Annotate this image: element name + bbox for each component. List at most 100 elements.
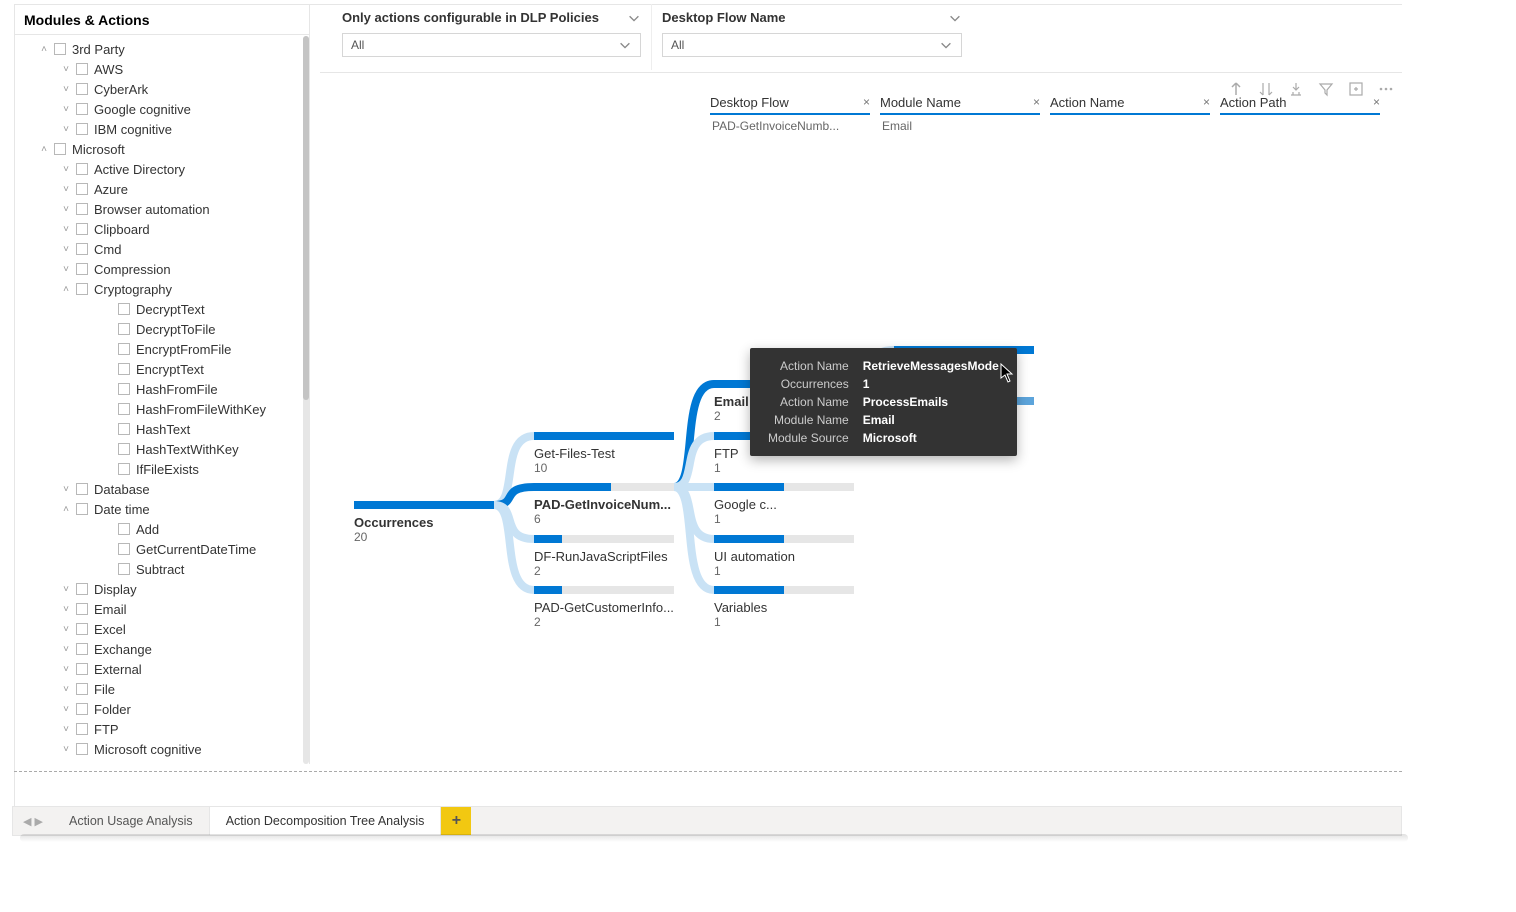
checkbox[interactable]	[76, 263, 88, 275]
checkbox[interactable]	[76, 663, 88, 675]
checkbox[interactable]	[118, 343, 130, 355]
checkbox[interactable]	[54, 143, 66, 155]
tree-item[interactable]: IfFileExists	[14, 459, 309, 479]
sidebar-scrollbar[interactable]	[303, 36, 309, 764]
checkbox[interactable]	[118, 383, 130, 395]
decomp-node[interactable]: Google c...1	[714, 483, 864, 526]
chevron-down-icon[interactable]: ˅	[58, 124, 74, 135]
checkbox[interactable]	[118, 463, 130, 475]
add-page-button[interactable]: +	[441, 807, 471, 835]
tree-item[interactable]: ˅CyberArk	[14, 79, 309, 99]
tree-item[interactable]: Add	[14, 519, 309, 539]
tree-item[interactable]: HashTextWithKey	[14, 439, 309, 459]
tree-item[interactable]: ˅Display	[14, 579, 309, 599]
tree-item[interactable]: ˅Excel	[14, 619, 309, 639]
tree-item[interactable]: ˅Active Directory	[14, 159, 309, 179]
chevron-down-icon[interactable]: ˅	[58, 624, 74, 635]
tree-item[interactable]: Subtract	[14, 559, 309, 579]
resize-handle[interactable]	[14, 771, 1402, 772]
decomp-node[interactable]: Variables1	[714, 586, 864, 629]
tree-item[interactable]: EncryptText	[14, 359, 309, 379]
checkbox[interactable]	[76, 203, 88, 215]
chevron-down-icon[interactable]	[948, 11, 962, 25]
checkbox[interactable]	[118, 443, 130, 455]
checkbox[interactable]	[118, 323, 130, 335]
tree-item[interactable]: ˅Folder	[14, 699, 309, 719]
checkbox[interactable]	[76, 723, 88, 735]
checkbox[interactable]	[76, 223, 88, 235]
chevron-up-icon[interactable]: ˄	[36, 44, 52, 55]
chevron-down-icon[interactable]: ˅	[58, 484, 74, 495]
sidebar-tree[interactable]: ˄3rd Party˅AWS˅CyberArk˅Google cognitive…	[14, 35, 309, 763]
tree-item[interactable]: ˄Date time	[14, 499, 309, 519]
decomp-node[interactable]: PAD-GetInvoiceNum...6	[534, 483, 684, 526]
close-icon[interactable]: ×	[1373, 95, 1380, 109]
tree-item[interactable]: ˅FTP	[14, 719, 309, 739]
tree-item[interactable]: ˅Email	[14, 599, 309, 619]
chevron-down-icon[interactable]: ˅	[58, 644, 74, 655]
page-nav-arrows[interactable]: ◀ ▶	[13, 807, 53, 835]
tree-item[interactable]: HashText	[14, 419, 309, 439]
tree-item[interactable]: ˄Microsoft	[14, 139, 309, 159]
checkbox[interactable]	[118, 303, 130, 315]
chevron-up-icon[interactable]: ˄	[58, 504, 74, 515]
tab-action-decomp[interactable]: Action Decomposition Tree Analysis	[210, 807, 442, 835]
checkbox[interactable]	[118, 423, 130, 435]
tree-item[interactable]: ˅Cmd	[14, 239, 309, 259]
checkbox[interactable]	[76, 643, 88, 655]
tree-item[interactable]: ˅Mouse and keyboard	[14, 759, 309, 763]
tree-item[interactable]: ˅File	[14, 679, 309, 699]
chevron-down-icon[interactable]: ˅	[58, 744, 74, 755]
decomp-node[interactable]: UI automation1	[714, 535, 864, 578]
chevron-down-icon[interactable]: ˅	[58, 164, 74, 175]
close-icon[interactable]: ×	[1033, 95, 1040, 109]
checkbox[interactable]	[76, 63, 88, 75]
tree-item[interactable]: ˅Compression	[14, 259, 309, 279]
chevron-up-icon[interactable]: ˄	[58, 284, 74, 295]
chevron-down-icon[interactable]: ˅	[58, 224, 74, 235]
tree-item[interactable]: HashFromFile	[14, 379, 309, 399]
decomp-node[interactable]: PAD-GetCustomerInfo...2	[534, 586, 684, 629]
chevron-down-icon[interactable]: ˅	[58, 704, 74, 715]
tree-item[interactable]: ˄Cryptography	[14, 279, 309, 299]
checkbox[interactable]	[76, 703, 88, 715]
checkbox[interactable]	[76, 503, 88, 515]
chevron-down-icon[interactable]: ˅	[58, 724, 74, 735]
checkbox[interactable]	[76, 83, 88, 95]
chevron-down-icon[interactable]: ˅	[58, 84, 74, 95]
chevron-down-icon[interactable]	[627, 11, 641, 25]
tree-item[interactable]: ˅Exchange	[14, 639, 309, 659]
visual-canvas[interactable]: Desktop Flow× PAD-GetInvoiceNumb... Modu…	[320, 72, 1402, 764]
chevron-down-icon[interactable]: ˅	[58, 244, 74, 255]
tree-item[interactable]: ˄3rd Party	[14, 39, 309, 59]
tree-item[interactable]: GetCurrentDateTime	[14, 539, 309, 559]
tree-item[interactable]: ˅Clipboard	[14, 219, 309, 239]
chevron-down-icon[interactable]: ˅	[58, 604, 74, 615]
tree-item[interactable]: ˅AWS	[14, 59, 309, 79]
chevron-down-icon[interactable]: ˅	[58, 684, 74, 695]
chevron-down-icon[interactable]: ˅	[58, 264, 74, 275]
checkbox[interactable]	[118, 403, 130, 415]
checkbox[interactable]	[76, 163, 88, 175]
chevron-up-icon[interactable]: ˄	[36, 144, 52, 155]
checkbox[interactable]	[76, 123, 88, 135]
checkbox[interactable]	[76, 603, 88, 615]
tree-item[interactable]: ˅Database	[14, 479, 309, 499]
tree-item[interactable]: ˅External	[14, 659, 309, 679]
checkbox[interactable]	[118, 363, 130, 375]
checkbox[interactable]	[76, 103, 88, 115]
tree-item[interactable]: EncryptFromFile	[14, 339, 309, 359]
tree-item[interactable]: ˅Microsoft cognitive	[14, 739, 309, 759]
tree-item[interactable]: ˅Google cognitive	[14, 99, 309, 119]
chevron-down-icon[interactable]: ˅	[58, 104, 74, 115]
checkbox[interactable]	[118, 523, 130, 535]
chevron-down-icon[interactable]: ˅	[58, 184, 74, 195]
chevron-down-icon[interactable]: ˅	[58, 584, 74, 595]
checkbox[interactable]	[76, 683, 88, 695]
checkbox[interactable]	[76, 183, 88, 195]
decomp-node[interactable]: Get-Files-Test10	[534, 432, 684, 475]
tree-item[interactable]: ˅Browser automation	[14, 199, 309, 219]
close-icon[interactable]: ×	[863, 95, 870, 109]
tree-item[interactable]: DecryptText	[14, 299, 309, 319]
checkbox[interactable]	[118, 563, 130, 575]
